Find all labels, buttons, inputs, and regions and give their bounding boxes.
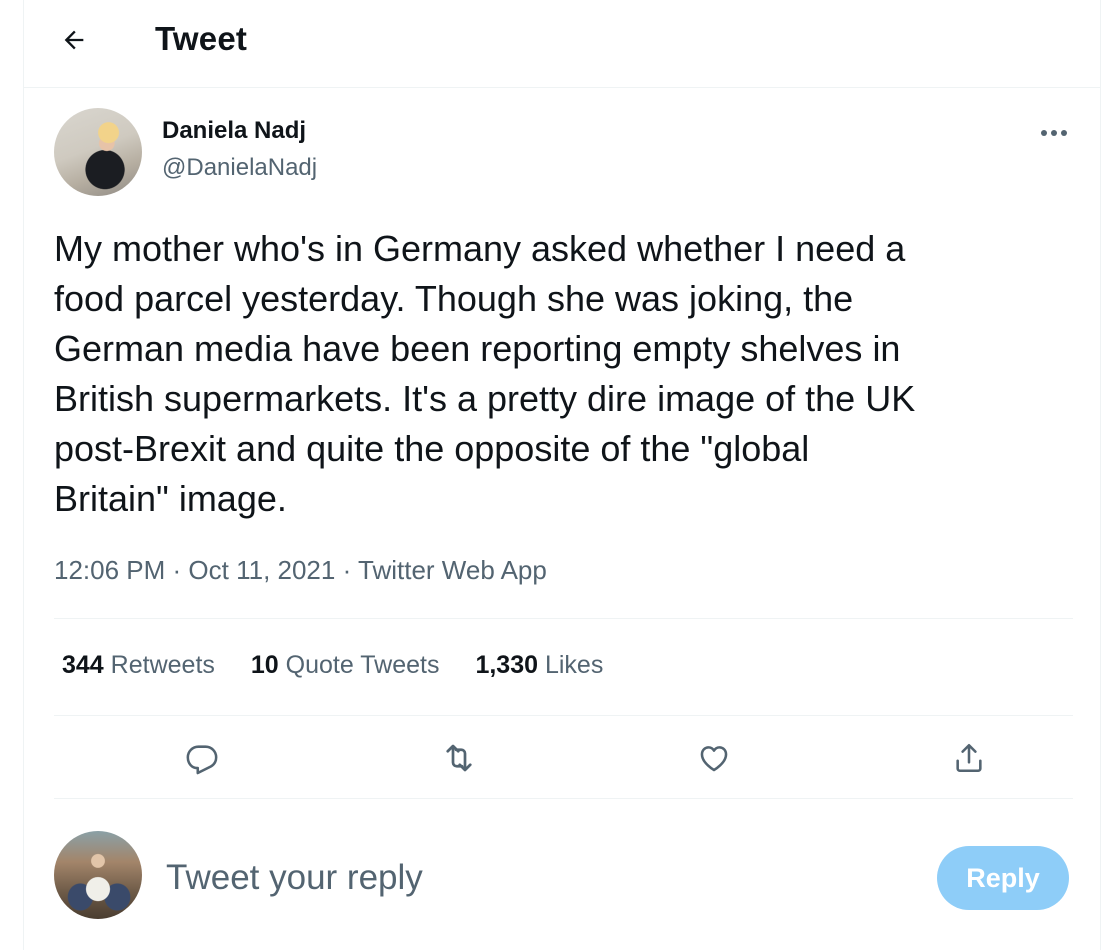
like-icon [700, 746, 728, 772]
reply-button[interactable] [180, 736, 224, 780]
tweet-meta: 12:06 PM · Oct 11, 2021 · Twitter Web Ap… [54, 555, 547, 586]
meta-separator: · [165, 555, 189, 585]
reply-icon [186, 745, 218, 775]
user-avatar[interactable] [54, 831, 142, 919]
reply-input[interactable] [166, 858, 906, 898]
top-bar: Tweet [24, 0, 1100, 88]
meta-separator: · [335, 555, 358, 585]
tweet-source[interactable]: Twitter Web App [358, 555, 547, 585]
reply-submit-button[interactable]: Reply [937, 846, 1069, 910]
retweet-icon [446, 744, 472, 772]
tweet-time[interactable]: 12:06 PM [54, 555, 165, 585]
author-avatar[interactable] [54, 108, 142, 196]
share-icon [956, 743, 982, 773]
tweet-date[interactable]: Oct 11, 2021 [188, 555, 335, 585]
more-options-button[interactable] [1036, 118, 1072, 148]
tweet-column: Tweet Daniela Nadj @DanielaNadj My mothe… [23, 0, 1101, 950]
retweets-count: 344 [62, 651, 104, 679]
likes-label: Likes [544, 651, 604, 679]
tweet-stats: 344 Retweets 10 Quote Tweets 1,330 Likes [62, 651, 603, 680]
tweet-text: My mother who's in Germany asked whether… [54, 228, 916, 519]
retweet-button[interactable] [437, 736, 481, 780]
page-title: Tweet [155, 20, 248, 57]
author-name[interactable]: Daniela Nadj [162, 117, 306, 145]
retweets-label: Retweets [110, 651, 215, 679]
likes-count: 1,330 [475, 651, 539, 679]
share-button[interactable] [947, 736, 991, 780]
retweets-stat[interactable]: 344 Retweets [62, 651, 215, 680]
likes-stat[interactable]: 1,330 Likes [475, 651, 603, 680]
quote-tweets-count: 10 [250, 651, 279, 679]
more-horizontal-icon [1041, 130, 1067, 136]
back-button[interactable] [52, 18, 96, 62]
quote-tweets-stat[interactable]: 10 Quote Tweets [251, 651, 440, 680]
divider [54, 618, 1073, 619]
tweet-actions [54, 716, 1073, 798]
quote-tweets-label: Quote Tweets [285, 651, 440, 679]
author-handle[interactable]: @DanielaNadj [162, 154, 317, 182]
like-button[interactable] [692, 736, 736, 780]
divider [54, 798, 1073, 799]
arrow-left-icon [64, 30, 84, 50]
page: Tweet Daniela Nadj @DanielaNadj My mothe… [0, 0, 1112, 950]
